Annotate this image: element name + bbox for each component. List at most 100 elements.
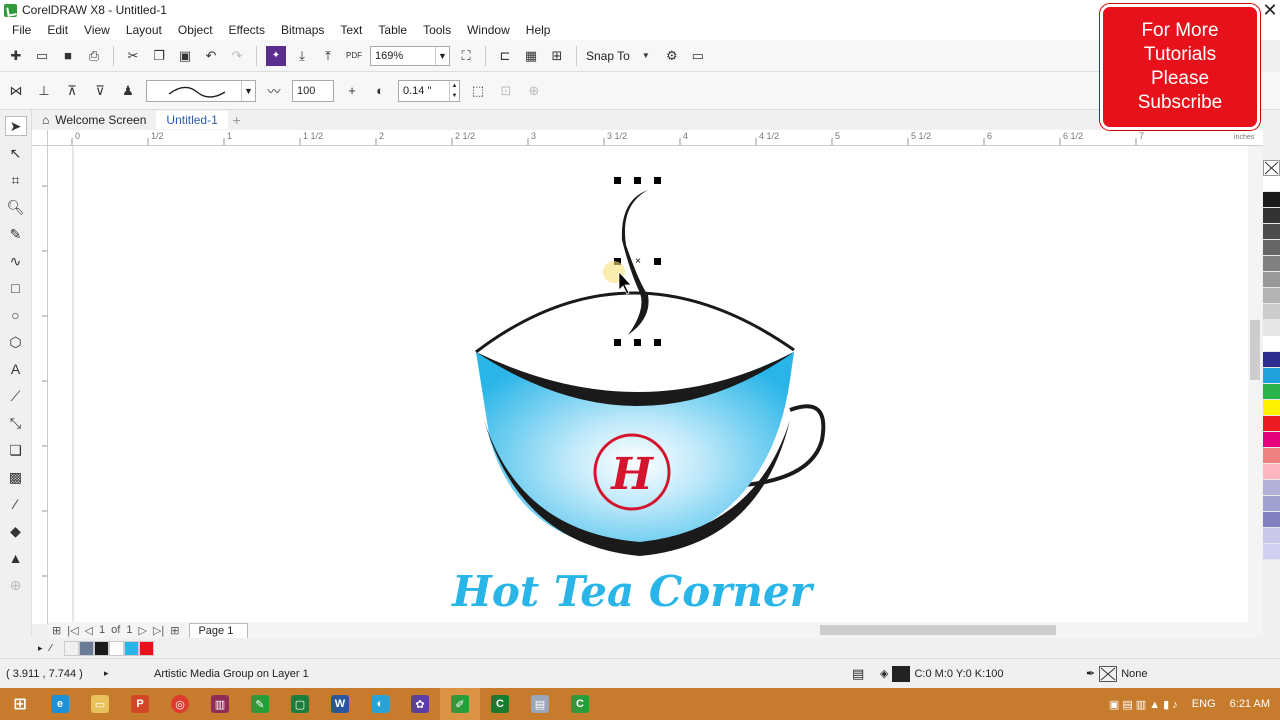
mirror-horizontal-icon[interactable]: ⋈ xyxy=(6,81,26,101)
last-page-icon[interactable]: ▷| xyxy=(153,624,164,637)
options-gear-icon[interactable]: ⚙ xyxy=(662,46,682,66)
import-icon[interactable]: ⤓ xyxy=(292,46,312,66)
menu-text[interactable]: Text xyxy=(332,23,370,37)
stroke-width-field[interactable]: 0.14 " ▲ ▼ xyxy=(398,79,460,102)
smart-fill-tool-icon[interactable]: ▲ xyxy=(5,548,27,568)
color-swatch[interactable] xyxy=(1263,304,1280,320)
color-swatch[interactable] xyxy=(1263,432,1280,448)
export-icon[interactable]: ⤒ xyxy=(318,46,338,66)
redo-icon[interactable]: ↷ xyxy=(227,46,247,66)
color-swatch[interactable] xyxy=(1263,336,1280,352)
horizontal-scrollbar[interactable] xyxy=(660,624,1240,636)
spinner-icon[interactable]: ▲ ▼ xyxy=(449,80,459,101)
color-swatch[interactable] xyxy=(1263,496,1280,512)
menu-tools[interactable]: Tools xyxy=(415,23,459,37)
text-tool-icon[interactable]: A xyxy=(5,359,27,379)
taskbar-corel[interactable]: ✎ xyxy=(240,688,280,720)
search-content-icon[interactable]: ✦ xyxy=(266,45,286,66)
color-swatch[interactable] xyxy=(1263,448,1280,464)
color-proofing-icon[interactable]: ▤ xyxy=(852,666,864,682)
brush-tool-icon[interactable]: ⊼ xyxy=(62,81,82,101)
show-guidelines-icon[interactable]: ⊞ xyxy=(547,46,567,66)
language-indicator[interactable]: ENG xyxy=(1192,698,1216,710)
color-swatch[interactable] xyxy=(1263,352,1280,368)
plus-icon[interactable]: + xyxy=(342,81,362,101)
menu-table[interactable]: Table xyxy=(370,23,415,37)
menu-window[interactable]: Window xyxy=(459,23,518,37)
color-swatch[interactable] xyxy=(1263,464,1280,480)
cut-icon[interactable]: ✂ xyxy=(123,46,143,66)
drawing-canvas[interactable]: H × Hot Tea Corner xyxy=(48,146,1248,624)
zoom-level-dropdown[interactable]: 169% ▼ xyxy=(370,45,450,66)
transparency-tool-icon[interactable]: ▩ xyxy=(5,467,27,487)
no-color-swatch[interactable] xyxy=(1263,160,1280,176)
eyedropper-icon[interactable]: ⁄ xyxy=(50,643,64,654)
menu-bitmaps[interactable]: Bitmaps xyxy=(273,23,332,37)
rectangle-tool-icon[interactable]: □ xyxy=(5,278,27,298)
outline-indicator[interactable]: ✒ None xyxy=(1086,665,1148,682)
color-swatch[interactable] xyxy=(1263,272,1280,288)
parallel-dimension-tool-icon[interactable]: ⟋ xyxy=(5,386,27,406)
prev-page-icon[interactable]: ◁ xyxy=(85,624,93,637)
copy-icon[interactable]: ❐ xyxy=(149,46,169,66)
color-swatch[interactable] xyxy=(1263,208,1280,224)
freehand-tool-icon[interactable]: ✎ xyxy=(5,224,27,244)
document-color-swatch[interactable] xyxy=(79,640,94,656)
polygon-tool-icon[interactable]: ⬡ xyxy=(5,332,27,352)
undo-icon[interactable]: ↶ xyxy=(201,46,221,66)
page-tab[interactable]: Page 1 xyxy=(189,622,249,638)
document-color-swatch[interactable] xyxy=(139,640,154,656)
menu-help[interactable]: Help xyxy=(518,23,559,37)
color-swatch[interactable] xyxy=(1263,400,1280,416)
print-icon[interactable]: ⎙ xyxy=(84,46,104,66)
artistic-media-tool-icon[interactable]: ∿ xyxy=(5,251,27,271)
start-button[interactable]: ⊞ xyxy=(0,688,40,720)
scroll-thumb[interactable] xyxy=(1250,320,1260,380)
application-launcher-icon[interactable]: ▭ xyxy=(688,46,708,66)
taskbar-coreldraw[interactable]: ✐ xyxy=(440,688,480,720)
smoothing-field[interactable]: 100 xyxy=(292,79,334,102)
taskbar-app2[interactable]: ◐ xyxy=(360,688,400,720)
taskbar-notepad[interactable]: ▤ xyxy=(520,688,560,720)
menu-layout[interactable]: Layout xyxy=(118,23,170,37)
taskbar-powerpoint[interactable]: P xyxy=(120,688,160,720)
color-swatch[interactable] xyxy=(1263,416,1280,432)
connector-tool-icon[interactable]: ⤡ xyxy=(5,413,27,433)
color-swatch[interactable] xyxy=(1263,384,1280,400)
taskbar-chrome[interactable]: ◎ xyxy=(160,688,200,720)
taskbar-app3[interactable]: ✿ xyxy=(400,688,440,720)
color-swatch[interactable] xyxy=(1263,192,1280,208)
color-swatch[interactable] xyxy=(1263,224,1280,240)
vertical-scrollbar[interactable] xyxy=(1248,146,1262,624)
tray-icons[interactable]: ▣ ▤ ▥ ▲ ▮ ♪ xyxy=(1109,698,1178,711)
pick-tool-icon[interactable]: ➤ xyxy=(4,116,27,136)
open-folder-icon[interactable]: ▭ xyxy=(32,46,52,66)
color-swatch[interactable] xyxy=(1263,176,1280,192)
taskbar-ie[interactable]: e xyxy=(40,688,80,720)
color-swatch[interactable] xyxy=(1263,528,1280,544)
fill-indicator[interactable]: ◈ C:0 M:0 Y:0 K:100 xyxy=(880,665,1004,682)
menu-file[interactable]: File xyxy=(4,23,39,37)
menu-object[interactable]: Object xyxy=(170,23,221,37)
ruler-origin[interactable] xyxy=(32,130,48,146)
sprayer-tool-icon[interactable]: ⊽ xyxy=(90,81,110,101)
add-page-icon[interactable]: ⊞ xyxy=(52,624,61,637)
export-pdf-icon[interactable]: PDF xyxy=(344,46,364,66)
no-color-swatch[interactable] xyxy=(64,640,79,656)
color-swatch[interactable] xyxy=(1263,512,1280,528)
scroll-thumb[interactable] xyxy=(820,625,1056,635)
next-page-icon[interactable]: ▷ xyxy=(138,624,146,637)
preset-tool-icon[interactable]: ⊥ xyxy=(34,81,54,101)
ellipse-tool-icon[interactable]: ○ xyxy=(5,305,27,325)
document-color-swatch[interactable] xyxy=(124,640,139,656)
color-swatch[interactable] xyxy=(1263,544,1280,560)
first-page-icon[interactable]: |◁ xyxy=(67,624,78,637)
snap-to-dropdown[interactable]: Snap To xyxy=(586,49,630,63)
menu-effects[interactable]: Effects xyxy=(221,23,273,37)
color-swatch[interactable] xyxy=(1263,256,1280,272)
taskbar-explorer[interactable]: ▭ xyxy=(80,688,120,720)
color-swatch[interactable] xyxy=(1263,368,1280,384)
add-page-after-icon[interactable]: ⊞ xyxy=(170,624,179,637)
interactive-fill-tool-icon[interactable]: ◆ xyxy=(5,521,27,541)
show-grid-icon[interactable]: ▦ xyxy=(521,46,541,66)
